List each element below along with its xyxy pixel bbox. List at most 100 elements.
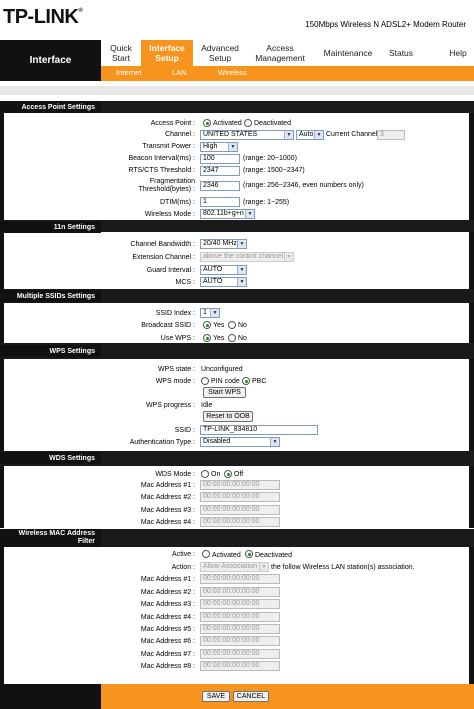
macf-mac-5-input: 00:00:00:00:00:00 — [200, 624, 280, 634]
radio-macf-activated[interactable] — [202, 550, 210, 558]
wds-on-text: On — [211, 471, 221, 478]
nav-help[interactable]: Help — [444, 40, 472, 66]
sub-nav-wireless[interactable]: Wireless — [218, 68, 247, 77]
macf-mac-4-input: 00:00:00:00:00:00 — [200, 612, 280, 622]
start-wps-button[interactable]: Start WPS — [203, 387, 246, 398]
select-tx-power[interactable]: High ▼ — [200, 142, 238, 152]
beacon-input[interactable]: 100 — [200, 154, 240, 164]
cancel-button[interactable]: CANCEL — [233, 691, 269, 702]
label-frag-2: Threshold(bytes) : — [138, 186, 195, 193]
label-rts: RTS/CTS Threshold : — [128, 167, 195, 174]
right-border — [469, 359, 474, 451]
section-title-wds: WDS Settings — [0, 452, 101, 464]
label-tx-power: Transmit Power : — [142, 143, 195, 150]
right-border — [469, 466, 474, 528]
right-border — [469, 303, 474, 343]
footer-left — [0, 684, 101, 709]
nav-quick-start[interactable]: Quick Start — [101, 40, 141, 66]
wps-state-value: Unconfigured — [201, 366, 243, 373]
label-macf-mac-8: Mac Address #8 : — [140, 663, 195, 670]
select-ssid-index[interactable]: 1 ▼ — [200, 308, 220, 318]
sub-nav-bar — [101, 66, 474, 81]
wds-mac-3-input: 00:00:00:00:00:00 — [200, 505, 280, 515]
dtim-input[interactable]: 1 — [200, 197, 240, 207]
rts-range: (range: 1500~2347) — [243, 167, 305, 174]
nav-access-management[interactable]: Access Management — [249, 40, 311, 66]
ap-deactivated-text: Deactivated — [254, 120, 291, 127]
nav-advanced-setup[interactable]: Advanced Setup — [195, 40, 245, 66]
nav-status[interactable]: Status — [384, 40, 418, 66]
select-channel[interactable]: Auto ▼ — [296, 130, 324, 140]
select-guard-interval[interactable]: AUTO ▼ — [200, 265, 247, 275]
radio-ap-deactivated[interactable] — [244, 119, 252, 127]
select-auth-type[interactable]: Disabled ▼ — [200, 437, 280, 447]
section-title-11n: 11n Settings — [0, 221, 101, 233]
label-ext-channel: Extension Channel : — [132, 254, 195, 261]
macf-activated-text: Activated — [212, 552, 241, 559]
select-mcs[interactable]: AUTO ▼ — [200, 277, 247, 287]
label-macf-mac-2: Mac Address #2 : — [140, 589, 195, 596]
label-macf-mac-3: Mac Address #3 : — [140, 601, 195, 608]
radio-wds-on[interactable] — [201, 470, 209, 478]
radio-wps-yes[interactable] — [203, 334, 211, 342]
wps-pbc-text: PBC — [252, 378, 267, 385]
macf-mac-6-input: 00:00:00:00:00:00 — [200, 636, 280, 646]
macf-mac-1-input: 00:00:00:00:00:00 — [200, 574, 280, 584]
label-wps-mode: WPS mode : — [155, 378, 195, 385]
spacer-bar-left — [0, 86, 101, 95]
select-bandwidth[interactable]: 20/40 MHz ▼ — [200, 239, 247, 249]
wps-no-text: No — [238, 335, 247, 342]
left-border — [0, 232, 4, 289]
left-border — [0, 466, 4, 528]
right-border — [469, 547, 474, 684]
radio-broadcast-no[interactable] — [228, 321, 236, 329]
footer-bar — [101, 684, 474, 709]
beacon-range: (range: 20~1000) — [243, 155, 297, 162]
wps-pin-text: PIN code — [211, 378, 240, 385]
macf-action-suffix: the follow Wireless LAN station(s) assoc… — [271, 564, 415, 571]
ap-activated-text: Activated — [213, 120, 242, 127]
select-country[interactable]: UNITED STATES ▼ — [200, 130, 294, 140]
sub-nav-internet[interactable]: Internet — [116, 68, 141, 77]
label-wps-ssid: SSID : — [174, 427, 195, 434]
label-macf-mac-1: Mac Address #1 : — [140, 576, 195, 583]
label-ssid-index: SSID Index : — [155, 310, 195, 317]
radio-wps-no[interactable] — [228, 334, 236, 342]
left-border — [0, 113, 4, 220]
radio-ap-activated[interactable] — [203, 119, 211, 127]
label-wireless-mode: Wireless Mode : — [144, 211, 195, 218]
wps-progress-value: Idle — [201, 402, 213, 409]
label-wds-mac-2: Mac Address #2 : — [140, 494, 195, 501]
nav-maintenance[interactable]: Maintenance — [318, 40, 378, 66]
wds-mac-1-input: 00:00:00:00:00:00 — [200, 480, 280, 490]
nav-interface-setup[interactable]: Interface Setup — [141, 40, 193, 66]
label-access-point: Access Point : — [150, 120, 195, 127]
rts-input[interactable]: 2347 — [200, 166, 240, 176]
radio-broadcast-yes[interactable] — [203, 321, 211, 329]
radio-macf-deactivated[interactable] — [245, 550, 253, 558]
select-wireless-mode[interactable]: 802.11b+g+n ▼ — [200, 209, 255, 219]
label-use-wps: Use WPS : — [160, 335, 195, 342]
tplink-logo: TP-LINK® — [3, 6, 83, 28]
reset-oob-button[interactable]: Reset to OOB — [203, 411, 253, 422]
label-channel: Channel : — [165, 131, 195, 138]
save-button[interactable]: SAVE — [202, 691, 230, 702]
radio-wds-off[interactable] — [224, 470, 232, 478]
wds-off-text: Off — [234, 471, 244, 478]
wps-yes-text: Yes — [213, 335, 225, 342]
label-macf-mac-7: Mac Address #7 : — [140, 651, 195, 658]
label-bandwidth: Channel Bandwidth : — [130, 241, 195, 248]
sub-nav-lan[interactable]: LAN — [172, 68, 187, 77]
label-broadcast-ssid: Broadcast SSID : — [141, 322, 195, 329]
radio-wps-pbc[interactable] — [242, 377, 250, 385]
label-wds-mac-3: Mac Address #3 : — [140, 507, 195, 514]
section-title-ssid: Multiple SSIDs Settings — [0, 290, 101, 302]
label-wps-state: WPS state : — [158, 366, 195, 373]
radio-wps-pin[interactable] — [201, 377, 209, 385]
label-wds-mac-1: Mac Address #1 : — [140, 482, 195, 489]
right-border — [469, 232, 474, 289]
wps-ssid-input[interactable]: TP-LINK_834810 — [200, 425, 318, 435]
section-title-wps: WPS Settings — [0, 345, 101, 357]
frag-input[interactable]: 2346 — [200, 181, 240, 191]
nav-brand: Interface — [0, 40, 101, 81]
